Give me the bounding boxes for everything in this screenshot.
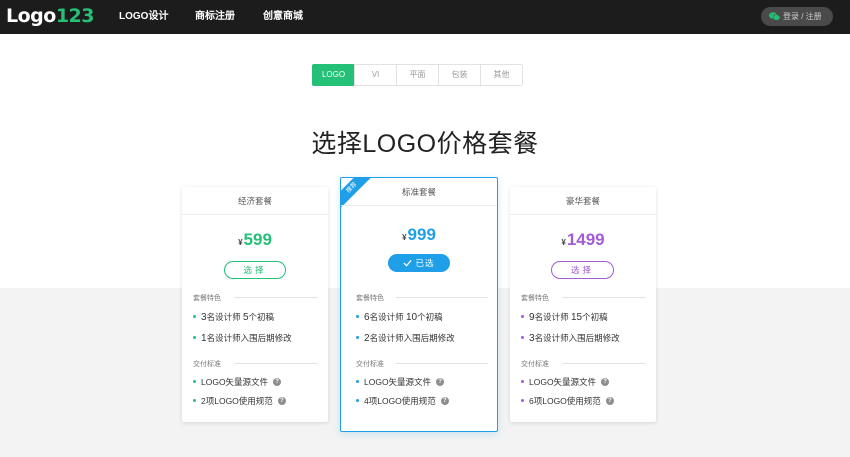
feature-text: 名设计师入围后期修改 [369, 333, 455, 343]
bullet-dot [193, 399, 196, 403]
feature-number: 15 [570, 312, 583, 323]
bullet-dot [356, 336, 359, 340]
currency-symbol: ¥ [561, 238, 566, 247]
feature-text: 名设计师入围后期修改 [534, 333, 620, 343]
bullet-dot [356, 315, 359, 319]
tab-vi[interactable]: VI [354, 64, 397, 86]
bullet-dot [193, 380, 196, 384]
plan-name: 豪华套餐 [510, 187, 656, 215]
plan-card-standard[interactable]: 推荐 标准套餐 ¥999 已选 套餐特色 6名设计师 10个初稿 2名设计师入围… [340, 177, 498, 432]
logo-text: Logo [6, 5, 56, 27]
features-label: 套餐特色 [356, 295, 384, 302]
login-register-button[interactable]: 登录 / 注册 [761, 7, 833, 26]
feature-text: 个初稿 [248, 312, 275, 322]
bullet-dot [521, 399, 524, 403]
delivery-text: LOGO矢量源文件 [364, 377, 432, 387]
delivery-item: 6项LOGO使用规范? [521, 395, 614, 407]
bullet-dot [193, 336, 196, 340]
select-button[interactable]: 选择 [224, 261, 286, 279]
bullet-dot [521, 336, 524, 340]
divider [234, 363, 318, 364]
feature-text: 名设计师 [369, 312, 406, 322]
plan-price: ¥599 [182, 230, 328, 250]
wechat-icon [769, 12, 780, 21]
login-label: 登录 / 注册 [783, 12, 822, 21]
check-icon [403, 259, 413, 267]
feature-item: 3名设计师 5个初稿 [193, 311, 274, 323]
features-label: 套餐特色 [193, 295, 221, 302]
bullet-dot [193, 315, 196, 319]
feature-text: 个初稿 [417, 312, 443, 322]
tab-other[interactable]: 其他 [480, 64, 523, 86]
bullet-dot [521, 380, 524, 384]
currency-symbol: ¥ [238, 238, 243, 247]
selected-button[interactable]: 已选 [388, 254, 450, 272]
bullet-dot [356, 380, 359, 384]
feature-text: 名设计师入围后期修改 [206, 333, 292, 343]
bullet-dot [521, 315, 524, 319]
tab-logo[interactable]: LOGO [312, 64, 355, 86]
bullet-dot [356, 399, 359, 403]
delivery-label: 交付标准 [521, 361, 549, 368]
plan-card-luxury[interactable]: 豪华套餐 ¥1499 选择 套餐特色 9名设计师 15个初稿 3名设计师入围后期… [510, 187, 656, 422]
delivery-text: 4项LOGO使用规范 [364, 396, 436, 406]
divider [562, 297, 646, 298]
help-icon[interactable]: ? [436, 377, 445, 386]
delivery-item: LOGO矢量源文件? [356, 376, 445, 388]
feature-item: 1名设计师入围后期修改 [193, 332, 292, 344]
currency-symbol: ¥ [402, 233, 407, 242]
delivery-text: 2项LOGO使用规范 [201, 396, 273, 406]
button-label: 已选 [415, 258, 435, 268]
feature-item: 9名设计师 15个初稿 [521, 311, 608, 323]
plan-price: ¥999 [341, 225, 497, 245]
features-label: 套餐特色 [521, 295, 549, 302]
price-value: 999 [407, 225, 436, 244]
delivery-item: 4项LOGO使用规范? [356, 395, 449, 407]
help-icon[interactable]: ? [273, 377, 282, 386]
price-value: 599 [243, 230, 272, 249]
tab-print[interactable]: 平面 [396, 64, 439, 86]
feature-item: 3名设计师入围后期修改 [521, 332, 620, 344]
plan-card-economy[interactable]: 经济套餐 ¥599 选择 套餐特色 3名设计师 5个初稿 1名设计师入围后期修改… [182, 187, 328, 422]
divider [396, 363, 488, 364]
feature-text: 名设计师 [206, 312, 243, 322]
nav-creative-mall[interactable]: 创意商城 [263, 0, 303, 34]
delivery-item: LOGO矢量源文件? [193, 376, 282, 388]
plan-name: 经济套餐 [182, 187, 328, 215]
divider [396, 297, 488, 298]
tab-packaging[interactable]: 包装 [438, 64, 481, 86]
site-logo[interactable]: Logo123 [6, 4, 95, 28]
page-title: 选择LOGO价格套餐 [311, 130, 539, 158]
top-header: Logo123 LOGO设计 商标注册 创意商城 登录 / 注册 [0, 0, 850, 34]
feature-text: 名设计师 [534, 312, 571, 322]
delivery-label: 交付标准 [193, 361, 221, 368]
help-icon[interactable]: ? [601, 377, 610, 386]
feature-number: 10 [405, 312, 418, 323]
help-icon[interactable]: ? [440, 396, 449, 405]
help-icon[interactable]: ? [277, 396, 286, 405]
plan-price: ¥1499 [510, 230, 656, 250]
help-icon[interactable]: ? [605, 396, 614, 405]
delivery-label: 交付标准 [356, 361, 384, 368]
nav-trademark[interactable]: 商标注册 [195, 0, 235, 34]
price-value: 1499 [566, 230, 605, 249]
feature-item: 6名设计师 10个初稿 [356, 311, 443, 323]
nav-logo-design[interactable]: LOGO设计 [119, 0, 168, 34]
select-button[interactable]: 选择 [551, 261, 614, 279]
plan-name: 标准套餐 [341, 178, 497, 206]
delivery-text: 6项LOGO使用规范 [529, 396, 601, 406]
divider [234, 297, 318, 298]
feature-item: 2名设计师入围后期修改 [356, 332, 455, 344]
delivery-text: LOGO矢量源文件 [529, 377, 597, 387]
delivery-item: 2项LOGO使用规范? [193, 395, 286, 407]
delivery-text: LOGO矢量源文件 [201, 377, 269, 387]
divider [562, 363, 646, 364]
logo-number: 123 [55, 5, 95, 27]
delivery-item: LOGO矢量源文件? [521, 376, 610, 388]
feature-text: 个初稿 [582, 312, 608, 322]
category-tabs: LOGO VI 平面 包装 其他 [312, 64, 523, 86]
